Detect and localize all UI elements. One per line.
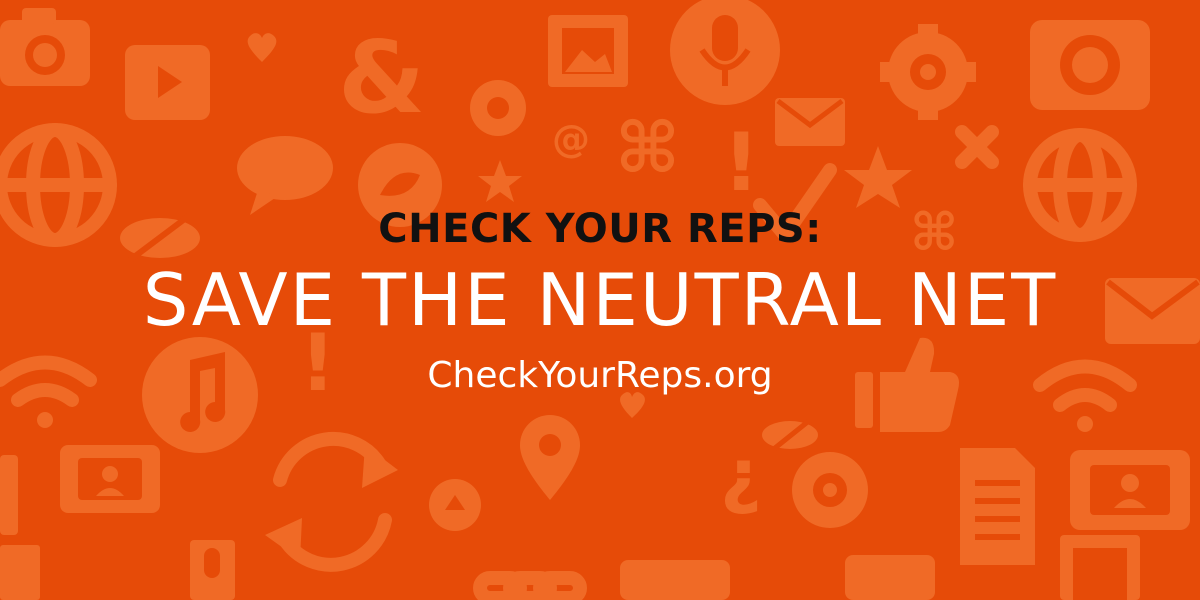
banner: & @ ⌘ ! ⌘ ! ¿ CHECK YOUR REPS: SAVE THE …: [0, 0, 1200, 600]
website-url[interactable]: CheckYourReps.org: [0, 352, 1200, 400]
kicker-text: CHECK YOUR REPS:: [378, 206, 822, 252]
message-block: CHECK YOUR REPS: SAVE THE NEUTRAL NET Ch…: [0, 0, 1200, 600]
headline: SAVE THE NEUTRAL NET: [142, 258, 1058, 342]
